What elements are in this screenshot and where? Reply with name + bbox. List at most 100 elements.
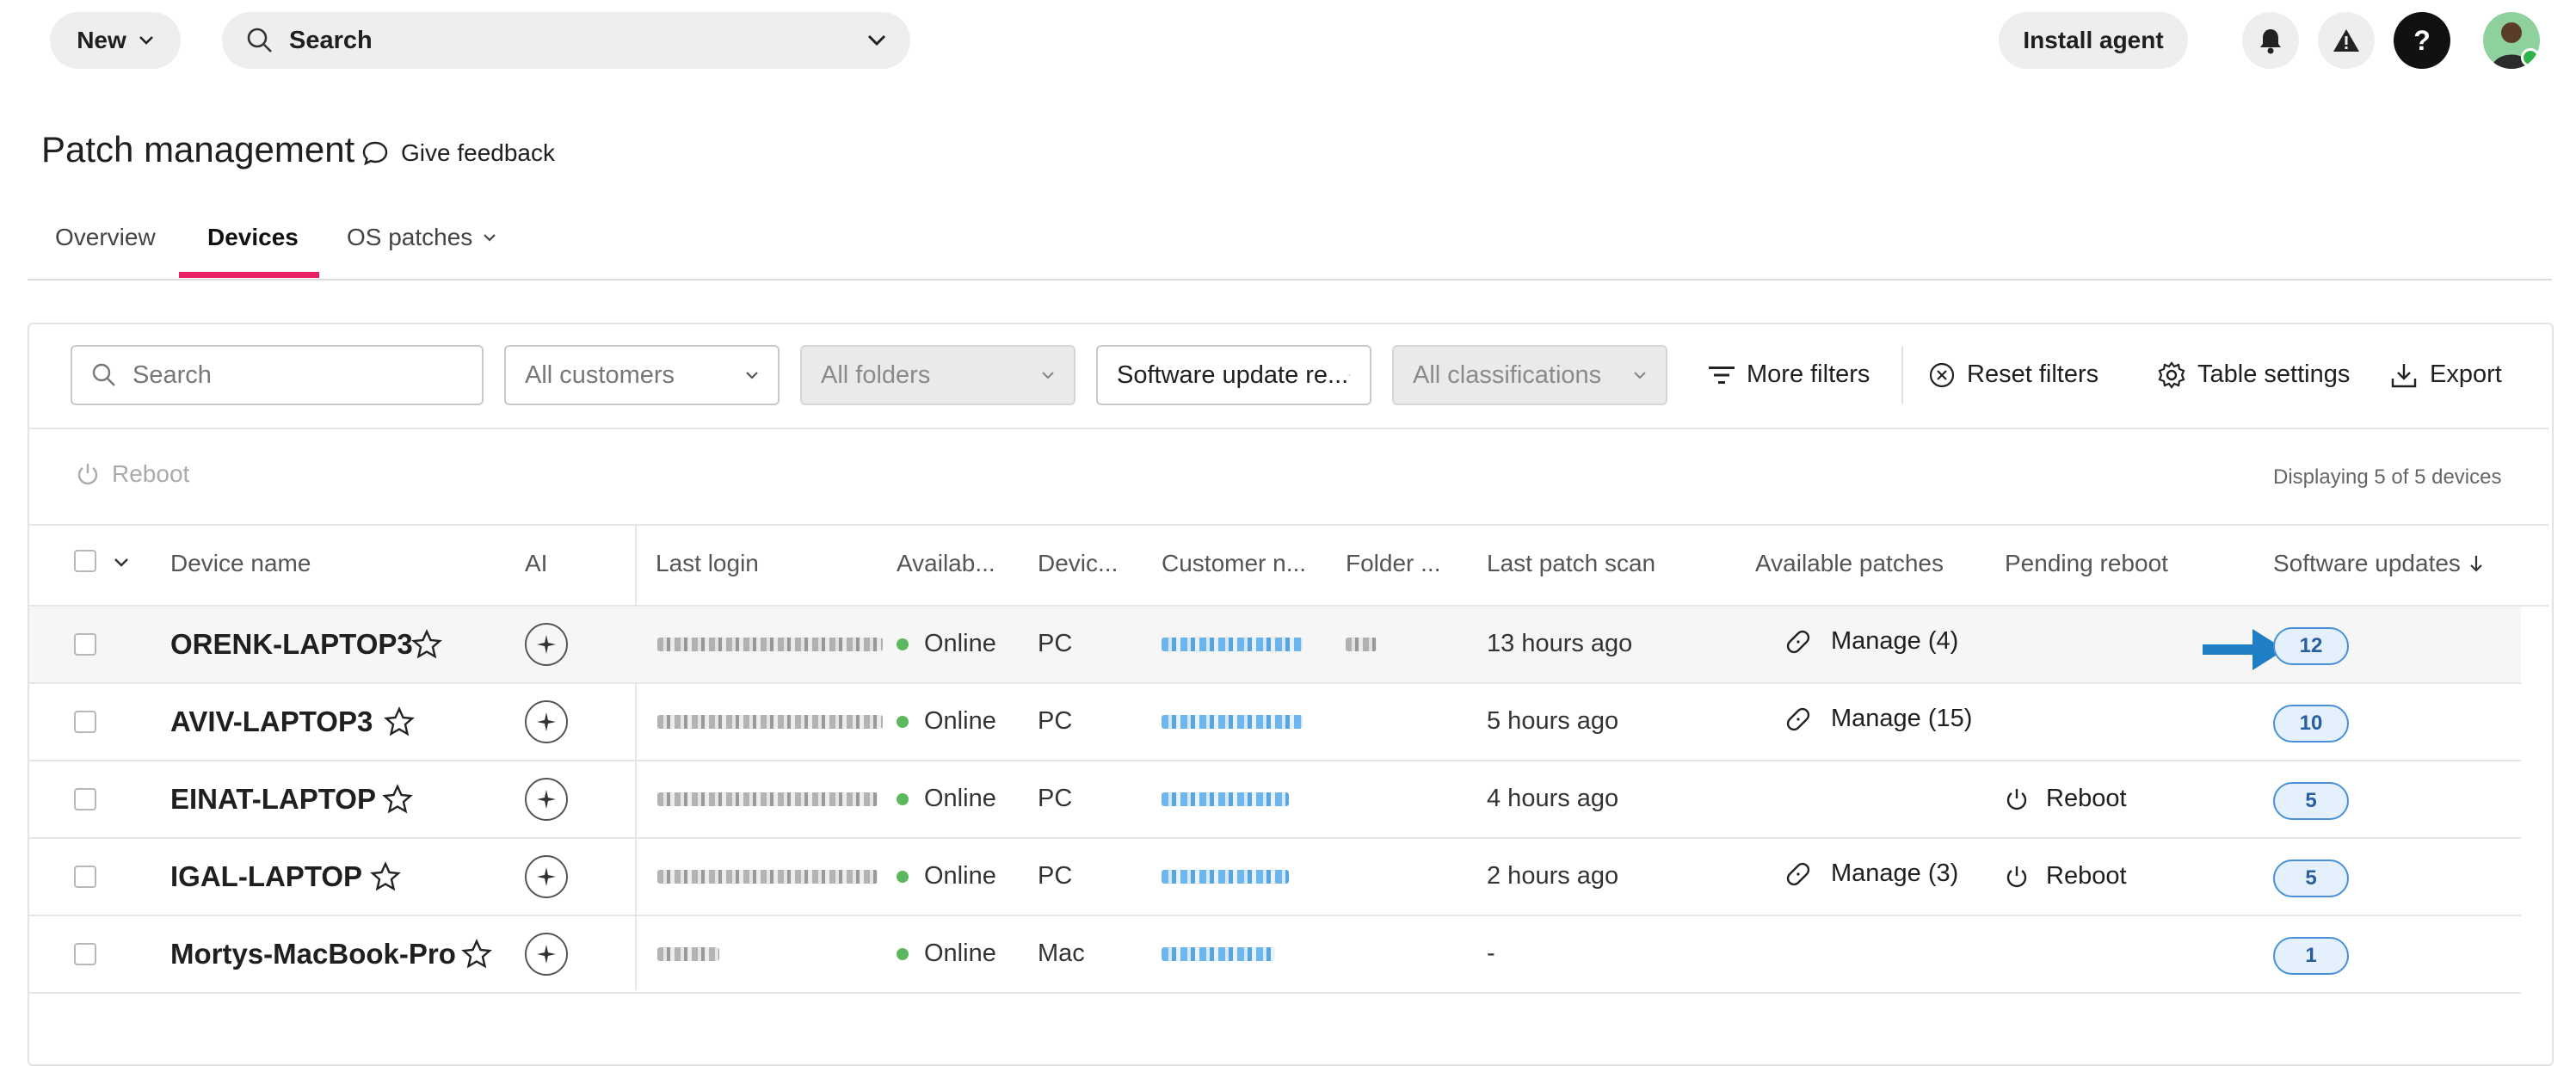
redacted-last-login bbox=[657, 792, 878, 806]
classifications-filter[interactable]: All classifications bbox=[1392, 345, 1667, 405]
star-icon[interactable] bbox=[384, 706, 415, 737]
software-updates-badge[interactable]: 5 bbox=[2273, 860, 2349, 897]
reset-filters-label: Reset filters bbox=[1967, 360, 2099, 388]
global-search-label: Search bbox=[289, 26, 373, 54]
online-dot bbox=[897, 870, 909, 883]
device-type: Mac bbox=[1038, 940, 1085, 967]
last-patch-scan: - bbox=[1487, 940, 1495, 967]
column-software-updates[interactable]: Software updates bbox=[2273, 550, 2483, 577]
software-updates-badge[interactable]: 5 bbox=[2273, 782, 2349, 820]
redacted-customer-link[interactable] bbox=[1162, 870, 1289, 884]
star-icon[interactable] bbox=[411, 629, 442, 660]
alerts-button[interactable] bbox=[2318, 12, 2375, 69]
software-update-filter[interactable]: Software update re... bbox=[1096, 345, 1371, 405]
manage-patches-link[interactable]: Manage (3) bbox=[1784, 860, 1958, 888]
column-availability[interactable]: Availab... bbox=[897, 550, 996, 577]
folders-filter[interactable]: All folders bbox=[800, 345, 1075, 405]
give-feedback-label: Give feedback bbox=[401, 139, 555, 166]
column-pending-reboot[interactable]: Pending reboot bbox=[2005, 550, 2168, 577]
device-type: PC bbox=[1038, 785, 1073, 812]
more-filters-label: More filters bbox=[1747, 360, 1870, 388]
column-ai[interactable]: AI bbox=[525, 550, 547, 577]
redacted-customer-link[interactable] bbox=[1162, 792, 1289, 806]
export-button[interactable]: Export bbox=[2390, 360, 2502, 389]
customers-filter[interactable]: All customers bbox=[504, 345, 780, 405]
ai-assist-button[interactable] bbox=[525, 933, 568, 976]
column-device-name[interactable]: Device name bbox=[170, 550, 311, 577]
device-name[interactable]: Mortys-MacBook-Pro bbox=[170, 938, 456, 970]
software-updates-badge[interactable]: 12 bbox=[2273, 627, 2349, 665]
redacted-last-login bbox=[657, 715, 883, 729]
redacted-customer-link[interactable] bbox=[1162, 947, 1275, 961]
notifications-button[interactable] bbox=[2242, 12, 2299, 69]
last-patch-scan: 5 hours ago bbox=[1487, 707, 1619, 735]
device-name[interactable]: ORENK-LAPTOP3 bbox=[170, 628, 413, 661]
pending-reboot-button[interactable]: Reboot bbox=[2005, 862, 2127, 890]
reset-filters-button[interactable]: Reset filters bbox=[1929, 360, 2098, 389]
column-customer[interactable]: Customer n... bbox=[1162, 550, 1308, 577]
column-available-patches[interactable]: Available patches bbox=[1755, 550, 1944, 577]
redacted-customer-link[interactable] bbox=[1162, 715, 1303, 729]
power-icon bbox=[2006, 866, 2027, 887]
redacted-customer-link[interactable] bbox=[1162, 638, 1303, 651]
row-checkbox[interactable] bbox=[74, 866, 96, 888]
device-name[interactable]: AVIV-LAPTOP3 bbox=[170, 706, 373, 738]
folders-filter-label: All folders bbox=[821, 360, 931, 389]
column-last-login[interactable]: Last login bbox=[628, 550, 759, 577]
help-label: ? bbox=[2413, 24, 2431, 56]
ai-assist-button[interactable] bbox=[525, 778, 568, 821]
row-checkbox[interactable] bbox=[74, 943, 96, 965]
column-software-updates-label: Software updates bbox=[2273, 550, 2461, 576]
row-checkbox[interactable] bbox=[74, 633, 96, 656]
redacted-last-login bbox=[657, 638, 883, 651]
software-updates-badge[interactable]: 10 bbox=[2273, 705, 2349, 743]
software-updates-badge[interactable]: 1 bbox=[2273, 937, 2349, 975]
column-device-type[interactable]: Devic... bbox=[1038, 550, 1120, 577]
tab-overview[interactable]: Overview bbox=[55, 224, 156, 251]
more-filters-button[interactable]: More filters bbox=[1709, 360, 1870, 389]
column-folder[interactable]: Folder ... bbox=[1346, 550, 1440, 577]
ai-assist-button[interactable] bbox=[525, 855, 568, 898]
install-agent-button[interactable]: Install agent bbox=[1999, 12, 2188, 69]
last-patch-scan: 13 hours ago bbox=[1487, 630, 1633, 657]
power-icon bbox=[2006, 788, 2027, 810]
select-all-checkbox[interactable] bbox=[74, 550, 96, 572]
availability-label: Online bbox=[924, 785, 996, 812]
search-icon bbox=[247, 28, 272, 52]
column-last-patch-scan[interactable]: Last patch scan bbox=[1487, 550, 1655, 577]
divider bbox=[29, 760, 2521, 761]
divider bbox=[29, 837, 2521, 839]
star-icon[interactable] bbox=[370, 861, 401, 892]
ai-assist-button[interactable] bbox=[525, 623, 568, 666]
new-button[interactable]: New bbox=[50, 12, 181, 69]
pending-reboot-button[interactable]: Reboot bbox=[2005, 785, 2127, 813]
manage-patches-link[interactable]: Manage (15) bbox=[1784, 705, 1972, 733]
device-name[interactable]: IGAL-LAPTOP bbox=[170, 860, 362, 893]
help-button[interactable]: ? bbox=[2394, 12, 2450, 69]
sparkle-icon bbox=[537, 945, 556, 964]
reboot-action-button[interactable]: Reboot bbox=[76, 460, 189, 488]
global-search[interactable]: Search bbox=[222, 12, 910, 69]
row-checkbox[interactable] bbox=[74, 711, 96, 733]
give-feedback-button[interactable]: Give feedback bbox=[361, 139, 555, 167]
manage-patches-link[interactable]: Manage (4) bbox=[1784, 627, 1958, 656]
divider bbox=[29, 428, 2548, 429]
last-patch-scan: 4 hours ago bbox=[1487, 785, 1619, 812]
gear-icon bbox=[2158, 360, 2185, 389]
tab-os-patches[interactable]: OS patches bbox=[347, 224, 496, 251]
row-checkbox[interactable] bbox=[74, 788, 96, 810]
availability-status: Online bbox=[897, 707, 996, 736]
tab-devices[interactable]: Devices bbox=[207, 224, 299, 251]
star-icon[interactable] bbox=[461, 939, 492, 970]
sparkle-icon bbox=[537, 867, 556, 886]
ai-assist-button[interactable] bbox=[525, 700, 568, 743]
table-search-input[interactable]: Search bbox=[71, 345, 484, 405]
availability-label: Online bbox=[924, 707, 996, 735]
avatar[interactable] bbox=[2483, 12, 2540, 69]
table-settings-label: Table settings bbox=[2197, 360, 2351, 388]
table-settings-button[interactable]: Table settings bbox=[2158, 360, 2350, 389]
sparkle-icon bbox=[537, 712, 556, 731]
device-name[interactable]: EINAT-LAPTOP bbox=[170, 783, 376, 816]
chevron-down-icon[interactable] bbox=[114, 558, 129, 568]
star-icon[interactable] bbox=[382, 784, 413, 815]
